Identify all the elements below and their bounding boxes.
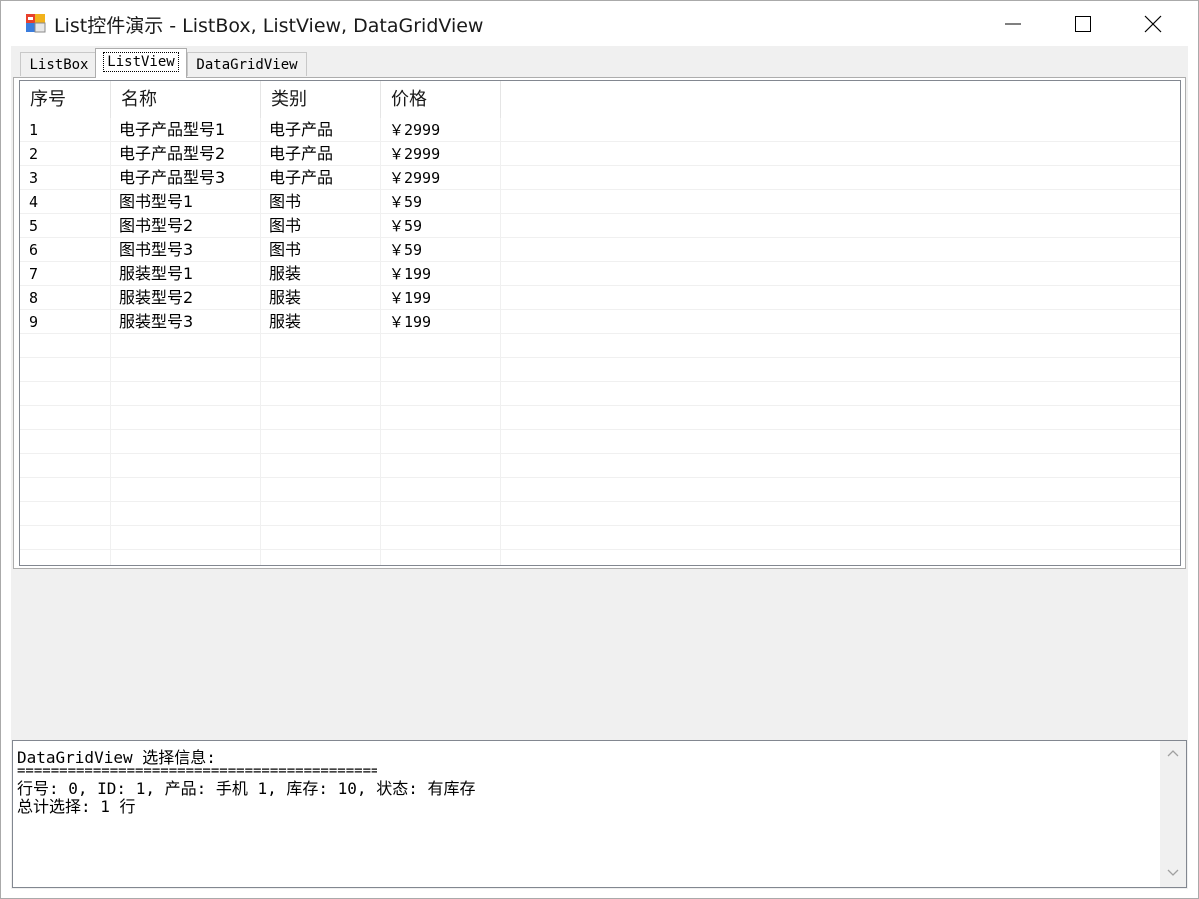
cell-price: ￥2999 xyxy=(389,145,441,163)
list-item[interactable]: 8 服装型号2 服装 ￥199 xyxy=(20,286,1180,310)
product-listview[interactable]: 序号 名称 类别 价格 1 电子产品型号1 电子产品 ￥2999 2 电子产品型… xyxy=(19,80,1181,566)
cell-name: 电子产品型号3 xyxy=(119,168,226,187)
info-line-total: 总计选择: 1 行 xyxy=(17,797,136,816)
info-title: DataGridView 选择信息: xyxy=(17,748,216,767)
selection-info-textbox[interactable]: DataGridView 选择信息: =====================… xyxy=(12,740,1187,888)
cell-index: 7 xyxy=(29,265,39,283)
cell-category: 图书 xyxy=(269,240,302,259)
cell-index: 4 xyxy=(29,193,39,211)
column-header-name[interactable]: 名称 xyxy=(111,81,261,118)
listview-tab-page: 序号 名称 类别 价格 1 电子产品型号1 电子产品 ￥2999 2 电子产品型… xyxy=(13,77,1186,569)
column-header-category[interactable]: 类别 xyxy=(261,81,381,118)
cell-category: 电子产品 xyxy=(269,144,334,163)
cell-category: 电子产品 xyxy=(269,168,334,187)
cell-index: 5 xyxy=(29,217,39,235)
tab-label: DataGridView xyxy=(196,57,298,73)
client-area: ListBox ListView DataGridView 序号 名称 类别 价… xyxy=(11,46,1188,889)
minimize-button[interactable] xyxy=(978,1,1048,46)
minimize-icon xyxy=(1005,23,1021,25)
cell-price: ￥199 xyxy=(389,313,432,331)
maximize-icon xyxy=(1075,16,1091,32)
cell-price: ￥199 xyxy=(389,289,432,307)
empty-row xyxy=(20,406,1180,430)
list-item[interactable]: 3 电子产品型号3 电子产品 ￥2999 xyxy=(20,166,1180,190)
tab-label: ListBox xyxy=(29,57,89,73)
close-button[interactable] xyxy=(1118,1,1188,46)
list-item[interactable]: 4 图书型号1 图书 ￥59 xyxy=(20,190,1180,214)
tab-datagridview[interactable]: DataGridView xyxy=(187,52,307,76)
column-header-index[interactable]: 序号 xyxy=(20,81,111,118)
list-item[interactable]: 5 图书型号2 图书 ￥59 xyxy=(20,214,1180,238)
vertical-scrollbar[interactable] xyxy=(1160,741,1186,887)
title-bar[interactable]: List控件演示 - ListBox, ListView, DataGridVi… xyxy=(1,1,1198,46)
cell-index: 8 xyxy=(29,289,39,307)
cell-price: ￥2999 xyxy=(389,169,441,187)
info-separator: ========================================… xyxy=(17,768,377,774)
list-item[interactable]: 2 电子产品型号2 电子产品 ￥2999 xyxy=(20,142,1180,166)
cell-category: 服装 xyxy=(269,288,302,307)
empty-row xyxy=(20,454,1180,478)
scroll-down-icon[interactable] xyxy=(1166,867,1180,877)
cell-name: 服装型号2 xyxy=(119,288,194,307)
empty-row xyxy=(20,382,1180,406)
empty-row xyxy=(20,358,1180,382)
empty-row xyxy=(20,478,1180,502)
listview-header: 序号 名称 类别 价格 xyxy=(20,81,1180,118)
list-item[interactable]: 7 服装型号1 服装 ￥199 xyxy=(20,262,1180,286)
cell-price: ￥59 xyxy=(389,193,423,211)
info-line-selection: 行号: 0, ID: 1, 产品: 手机 1, 库存: 10, 状态: 有库存 xyxy=(17,779,476,798)
tab-listview[interactable]: ListView xyxy=(95,48,187,78)
tab-label: ListView xyxy=(103,52,179,72)
cell-price: ￥59 xyxy=(389,217,423,235)
cell-index: 2 xyxy=(29,145,39,163)
cell-index: 3 xyxy=(29,169,39,187)
app-icon xyxy=(26,14,46,33)
main-window: List控件演示 - ListBox, ListView, DataGridVi… xyxy=(0,0,1199,899)
empty-row xyxy=(20,502,1180,526)
cell-name: 图书型号1 xyxy=(119,192,194,211)
list-item[interactable]: 9 服装型号3 服装 ￥199 xyxy=(20,310,1180,334)
window-title: List控件演示 - ListBox, ListView, DataGridVi… xyxy=(54,15,484,37)
column-header-price[interactable]: 价格 xyxy=(381,81,501,118)
cell-category: 服装 xyxy=(269,312,302,331)
empty-row xyxy=(20,526,1180,550)
cell-price: ￥2999 xyxy=(389,121,441,139)
cell-index: 1 xyxy=(29,121,39,139)
tab-strip: ListBox ListView DataGridView xyxy=(11,46,1188,79)
cell-name: 服装型号3 xyxy=(119,312,194,331)
tab-listbox[interactable]: ListBox xyxy=(20,52,98,76)
cell-name: 图书型号2 xyxy=(119,216,194,235)
empty-row xyxy=(20,334,1180,358)
scroll-up-icon[interactable] xyxy=(1166,749,1180,759)
cell-category: 电子产品 xyxy=(269,120,334,139)
cell-price: ￥199 xyxy=(389,265,432,283)
cell-name: 服装型号1 xyxy=(119,264,194,283)
cell-category: 服装 xyxy=(269,264,302,283)
list-item[interactable]: 1 电子产品型号1 电子产品 ￥2999 xyxy=(20,118,1180,142)
cell-index: 6 xyxy=(29,241,39,259)
list-item[interactable]: 6 图书型号3 图书 ￥59 xyxy=(20,238,1180,262)
close-icon xyxy=(1144,15,1162,33)
cell-price: ￥59 xyxy=(389,241,423,259)
empty-row xyxy=(20,430,1180,454)
maximize-button[interactable] xyxy=(1048,1,1118,46)
cell-category: 图书 xyxy=(269,192,302,211)
cell-index: 9 xyxy=(29,313,39,331)
cell-name: 图书型号3 xyxy=(119,240,194,259)
cell-name: 电子产品型号1 xyxy=(119,120,226,139)
cell-name: 电子产品型号2 xyxy=(119,144,226,163)
cell-category: 图书 xyxy=(269,216,302,235)
